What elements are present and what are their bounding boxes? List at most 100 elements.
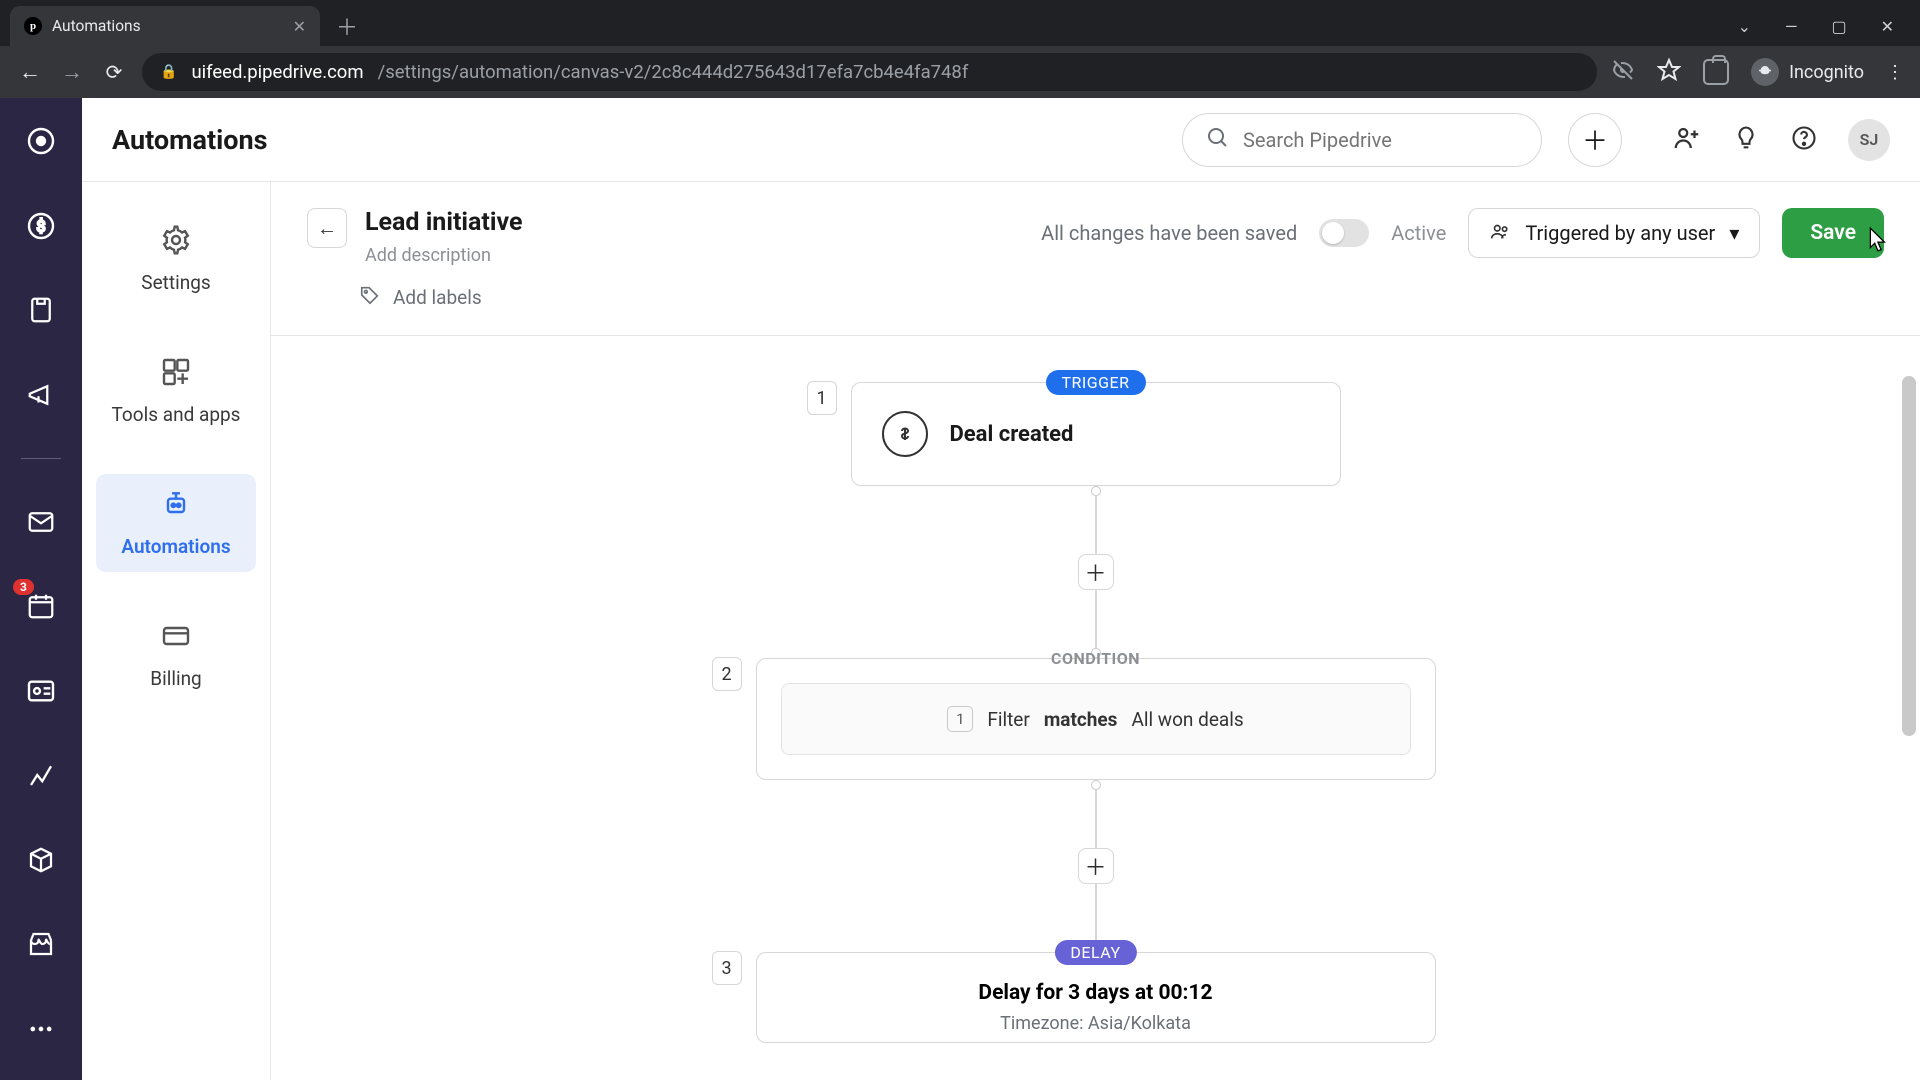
- delay-title: Delay for 3 days at 00:12: [781, 981, 1411, 1005]
- save-status-text: All changes have been saved: [1041, 221, 1297, 245]
- sidebar-item-tools[interactable]: Tools and apps: [96, 342, 256, 440]
- nav-back-icon[interactable]: ←: [16, 59, 44, 85]
- lock-icon: 🔒: [160, 64, 177, 80]
- step-number: 3: [712, 951, 742, 985]
- browser-menu-icon[interactable]: ⋮: [1886, 62, 1904, 83]
- svg-text:$: $: [37, 216, 46, 235]
- add-step-button[interactable]: ＋: [1078, 848, 1114, 884]
- condition-filter-row[interactable]: 1 Filter matches All won deals: [781, 683, 1411, 755]
- app-header: Automations ＋: [82, 98, 1920, 182]
- extensions-icon[interactable]: [1703, 59, 1729, 85]
- sidebar-item-label: Automations: [121, 535, 230, 558]
- window-controls: ⌄ — ▢ ✕: [1738, 17, 1920, 46]
- sales-assistant-icon[interactable]: [1732, 124, 1760, 156]
- users-icon: [1489, 220, 1511, 247]
- scrollbar-thumb[interactable]: [1902, 376, 1916, 736]
- bookmark-star-icon[interactable]: [1657, 58, 1681, 87]
- step-1-trigger[interactable]: 1 TRIGGER Deal created: [851, 382, 1341, 486]
- global-search[interactable]: [1182, 113, 1542, 167]
- filter-word: Filter: [987, 708, 1029, 731]
- close-tab-icon[interactable]: ✕: [293, 17, 306, 36]
- vnav-mail[interactable]: [19, 501, 63, 543]
- vnav-projects[interactable]: [19, 289, 63, 331]
- page-title: Automations: [112, 124, 268, 156]
- editor-header: ← Lead initiative Add description All ch…: [271, 182, 1920, 266]
- delay-card[interactable]: Delay for 3 days at 00:12 Timezone: Asia…: [756, 952, 1436, 1043]
- close-window-icon[interactable]: ✕: [1881, 17, 1894, 36]
- automation-canvas[interactable]: 1 TRIGGER Deal created: [271, 336, 1920, 1080]
- flow-column: 1 TRIGGER Deal created: [756, 382, 1436, 1043]
- sidebar-item-automations[interactable]: Automations: [96, 474, 256, 572]
- vnav-contacts[interactable]: [19, 670, 63, 712]
- body-row: Settings Tools and apps Automations: [82, 182, 1920, 1080]
- trigger-title: Deal created: [950, 422, 1074, 447]
- browser-chrome: p Automations ✕ ＋ ⌄ — ▢ ✕ ← → ⟳ 🔒 uifeed…: [0, 0, 1920, 98]
- incognito-icon: [1751, 58, 1779, 86]
- vnav-marketplace[interactable]: [19, 923, 63, 965]
- condition-card[interactable]: 1 Filter matches All won deals: [756, 658, 1436, 780]
- settings-sidebar: Settings Tools and apps Automations: [82, 182, 271, 1080]
- sidebar-item-settings[interactable]: Settings: [96, 210, 256, 308]
- tab-title: Automations: [52, 17, 141, 35]
- add-labels-link[interactable]: Add labels: [359, 284, 1920, 311]
- editor-controls: All changes have been saved Active Trigg…: [1041, 208, 1884, 258]
- minimize-icon[interactable]: —: [1785, 17, 1798, 36]
- add-description-link[interactable]: Add description: [365, 245, 522, 266]
- app-root: $ 3: [0, 98, 1920, 1080]
- active-toggle-label: Active: [1391, 221, 1446, 245]
- add-step-button[interactable]: ＋: [1078, 554, 1114, 590]
- save-button[interactable]: Save: [1782, 208, 1884, 258]
- new-tab-button[interactable]: ＋: [330, 9, 364, 43]
- primary-vertical-nav: $ 3: [0, 98, 82, 1080]
- trigger-badge: TRIGGER: [1045, 370, 1145, 395]
- maximize-icon[interactable]: ▢: [1831, 17, 1846, 36]
- quick-add-button[interactable]: ＋: [1568, 113, 1622, 167]
- user-avatar[interactable]: SJ: [1848, 119, 1890, 161]
- address-bar: ← → ⟳ 🔒 uifeed.pipedrive.com/settings/au…: [0, 46, 1920, 98]
- filter-value: All won deals: [1131, 708, 1243, 731]
- vnav-insights[interactable]: [19, 754, 63, 796]
- connector-2: ＋: [1078, 780, 1114, 952]
- vnav-activities[interactable]: 3: [19, 585, 63, 627]
- tab-search-icon[interactable]: ⌄: [1738, 17, 1751, 36]
- sidebar-item-billing[interactable]: Billing: [96, 606, 256, 704]
- eye-off-icon[interactable]: [1611, 58, 1635, 87]
- vnav-deals[interactable]: $: [19, 204, 63, 246]
- delay-subtitle: Timezone: Asia/Kolkata: [781, 1013, 1411, 1034]
- condition-badge: CONDITION: [1035, 646, 1156, 671]
- chevron-down-icon: ▾: [1729, 221, 1739, 245]
- canvas-scrollbar[interactable]: [1900, 336, 1918, 1080]
- url-field[interactable]: 🔒 uifeed.pipedrive.com/settings/automati…: [142, 53, 1597, 91]
- trigger-scope-dropdown[interactable]: Triggered by any user ▾: [1468, 208, 1760, 258]
- invite-users-icon[interactable]: [1672, 123, 1702, 157]
- incognito-indicator[interactable]: Incognito: [1751, 58, 1864, 86]
- reload-icon[interactable]: ⟳: [100, 60, 128, 84]
- step-3-delay[interactable]: 3 DELAY Delay for 3 days at 00:12 Timezo…: [756, 952, 1436, 1043]
- connector-1: ＋: [1078, 486, 1114, 658]
- step-number: 1: [807, 381, 837, 415]
- back-button[interactable]: ←: [307, 208, 347, 248]
- filter-index: 1: [947, 706, 973, 732]
- vnav-campaigns[interactable]: [19, 373, 63, 415]
- global-search-input[interactable]: [1243, 128, 1519, 152]
- vnav-separator: [21, 458, 61, 459]
- tools-icon: [160, 356, 192, 393]
- search-icon: [1205, 125, 1229, 154]
- sidebar-item-label: Tools and apps: [112, 403, 241, 426]
- tab-strip: p Automations ✕ ＋ ⌄ — ▢ ✕: [0, 0, 1920, 46]
- incognito-label: Incognito: [1789, 62, 1864, 83]
- vnav-more[interactable]: [19, 1008, 63, 1050]
- vnav-leads[interactable]: [19, 120, 63, 162]
- delay-badge: DELAY: [1054, 940, 1136, 965]
- automation-title[interactable]: Lead initiative: [365, 208, 522, 237]
- active-toggle[interactable]: [1319, 219, 1369, 247]
- automation-icon: [160, 488, 192, 525]
- browser-tab[interactable]: p Automations ✕: [10, 6, 320, 46]
- step-2-condition[interactable]: 2 CONDITION 1 Filter matches All won dea…: [756, 658, 1436, 780]
- trigger-scope-label: Triggered by any user: [1525, 221, 1715, 245]
- vnav-products[interactable]: [19, 839, 63, 881]
- filter-operator: matches: [1044, 708, 1118, 731]
- sidebar-item-label: Billing: [150, 667, 201, 690]
- help-icon[interactable]: [1790, 124, 1818, 156]
- trigger-card[interactable]: Deal created: [851, 382, 1341, 486]
